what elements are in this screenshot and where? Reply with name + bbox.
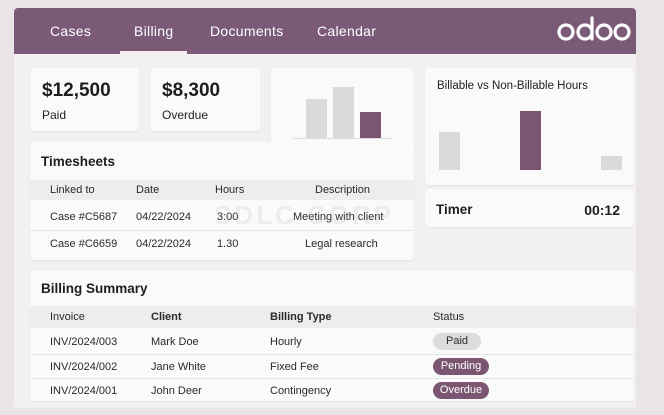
status-badge-overdue: Overdue [433,382,489,399]
tab-documents[interactable]: Documents [210,8,284,54]
timer-card[interactable]: Timer 00:12 [425,189,634,227]
billable-hours-chart [438,105,622,170]
status-badge-paid: Paid [433,333,481,350]
col-invoice[interactable]: Invoice [50,311,85,323]
tab-billing[interactable]: Billing [119,8,189,54]
col-billing-type[interactable]: Billing Type [270,311,332,323]
timesheet-description: Meeting with client [293,211,384,223]
kpi-overdue-value: $8,300 [162,80,221,101]
kpi-card-paid: $12,500 Paid [30,68,139,131]
odoo-logo-mark [557,16,631,41]
chart-bar [359,112,381,138]
timesheets-card: Timesheets Linked to Date Hours Descript… [30,142,414,260]
billing-header-row: Invoice Client Billing Type Status [30,306,634,328]
row-divider [30,378,634,379]
timesheet-description: Legal research [305,238,378,250]
timesheets-title: Timesheets [41,154,116,169]
chart-bar [600,156,622,170]
col-status[interactable]: Status [433,311,464,323]
kpi-paid-value: $12,500 [42,80,111,101]
billing-summary-card: Billing Summary Invoice Client Billing T… [30,271,634,401]
timesheet-date: 04/22/2024 [136,238,192,250]
invoice-billing-type: Contingency [270,385,332,397]
billable-hours-card: Billable vs Non-Billable Hours [425,68,634,185]
col-date[interactable]: Date [136,184,159,196]
timesheet-case[interactable]: Case #C6659 [50,238,117,250]
timer-value: 00:12 [584,202,620,218]
invoice-number[interactable]: INV/2024/003 [50,336,117,348]
timesheet-case[interactable]: Case #C5687 [50,211,117,223]
col-linked-to[interactable]: Linked to [50,184,95,196]
chart-title: Billable vs Non-Billable Hours [437,80,588,92]
timesheet-hours: 1.30 [217,238,239,250]
tab-cases[interactable]: Cases [50,8,91,54]
top-navbar: Cases Billing Documents Calendar odoo [14,8,636,54]
kpi-overdue-label: Overdue [162,108,209,122]
chart-bar [332,87,354,138]
chart-baseline [293,138,393,139]
row-divider [30,354,634,355]
odoo-logo[interactable]: odoo [552,8,636,54]
chart-bar [519,111,541,170]
invoice-billing-type: Hourly [270,336,302,348]
status-badge-pending: Pending [433,358,489,375]
col-description[interactable]: Description [315,184,370,196]
timesheet-hours: 3:00 [217,211,239,223]
kpi-paid-label: Paid [42,108,67,122]
row-divider [30,230,414,231]
col-client[interactable]: Client [151,311,182,323]
invoice-client: John Deer [151,385,202,397]
timesheets-header-row: Linked to Date Hours Description [30,180,414,200]
invoice-client: Mark Doe [151,336,199,348]
billing-summary-title: Billing Summary [41,281,148,296]
col-hours[interactable]: Hours [215,184,244,196]
timer-label: Timer [436,202,473,217]
invoice-billing-type: Fixed Fee [270,361,319,373]
chart-bar [438,132,460,170]
chart-bar [305,99,327,138]
mini-chart-card [271,68,414,148]
kpi-card-overdue: $8,300 Overdue [150,68,260,131]
timesheet-date: 04/22/2024 [136,211,192,223]
invoice-number[interactable]: INV/2024/001 [50,385,117,397]
mini-bar-chart [293,78,393,139]
invoice-number[interactable]: INV/2024/002 [50,361,117,373]
invoice-client: Jane White [151,361,207,373]
app-window: Cases Billing Documents Calendar odoo $1… [14,8,636,408]
tab-calendar[interactable]: Calendar [317,8,376,54]
